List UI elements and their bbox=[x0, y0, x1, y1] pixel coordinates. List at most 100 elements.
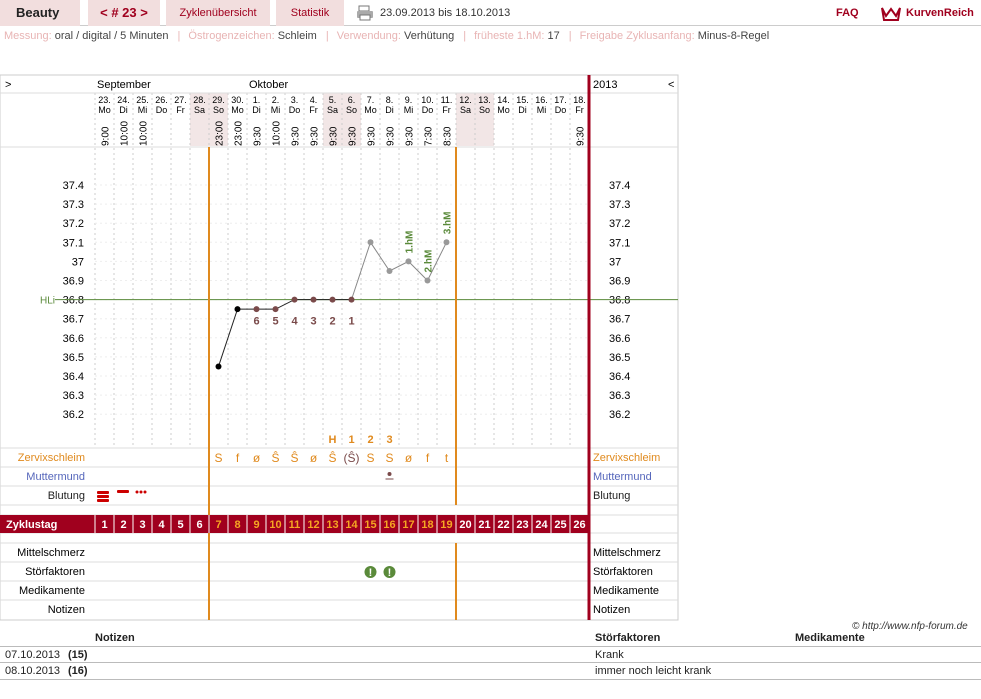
day-date: 15. bbox=[516, 95, 529, 105]
temp-point[interactable] bbox=[215, 363, 222, 370]
temp-point[interactable] bbox=[386, 267, 393, 274]
row-label: Störfaktoren bbox=[593, 566, 653, 578]
day-date: 23. bbox=[98, 95, 111, 105]
temp-tick-right: 36.5 bbox=[609, 352, 630, 364]
temp-point[interactable] bbox=[424, 277, 431, 284]
temp-tick-left: 36.7 bbox=[63, 314, 84, 326]
temp-tick-left: 37.2 bbox=[63, 218, 84, 230]
mucus-symbol: S bbox=[214, 451, 222, 465]
mucus-symbol: Ŝ bbox=[271, 450, 279, 465]
cycle-day-number: 14 bbox=[345, 519, 358, 531]
day-weekday: So bbox=[213, 105, 224, 115]
day-date: 12. bbox=[459, 95, 472, 105]
notes-header: Notizen bbox=[95, 632, 135, 644]
cycle-day-number: 2 bbox=[120, 519, 126, 531]
temp-tick-left: 37.4 bbox=[63, 180, 84, 192]
cycle-day-number: 20 bbox=[459, 519, 471, 531]
day-weekday: Do bbox=[289, 105, 301, 115]
day-time: 10:00 bbox=[272, 121, 283, 146]
day-date: 10. bbox=[421, 95, 434, 105]
cycle-day-number: 18 bbox=[421, 519, 433, 531]
temp-tick-right: 36.6 bbox=[609, 333, 630, 345]
row-label: Blutung bbox=[593, 490, 630, 502]
cycle-day-number: 13 bbox=[326, 519, 338, 531]
row-label: Notizen bbox=[593, 604, 630, 616]
low-temp-number: 6 bbox=[253, 316, 259, 328]
cycle-day-number: 6 bbox=[196, 519, 202, 531]
cycle-day-number: 25 bbox=[554, 519, 566, 531]
temp-point[interactable] bbox=[329, 296, 336, 303]
temp-tick-right: 36.8 bbox=[609, 295, 630, 307]
day-date: 30. bbox=[231, 95, 244, 105]
temp-tick-right: 36.7 bbox=[609, 314, 630, 326]
cycle-chart: > <2013September Oktober23.Mo9:0024.Di10:0… bbox=[0, 74, 679, 621]
temp-point[interactable] bbox=[348, 296, 355, 303]
low-temp-number: 5 bbox=[272, 316, 278, 328]
mucus-symbol: ø bbox=[405, 451, 413, 465]
day-date: 27. bbox=[174, 95, 187, 105]
day-weekday: Do bbox=[422, 105, 434, 115]
temp-point[interactable] bbox=[405, 258, 412, 265]
temp-point[interactable] bbox=[367, 239, 374, 246]
mucus-symbol: (Ŝ) bbox=[344, 450, 360, 465]
temp-tick-left: 36.6 bbox=[63, 333, 84, 345]
temp-tick-right: 37 bbox=[609, 256, 621, 268]
temp-tick-right: 37.1 bbox=[609, 237, 630, 249]
temp-point[interactable] bbox=[443, 239, 450, 246]
day-date: 1. bbox=[253, 95, 261, 105]
day-date: 2. bbox=[272, 95, 280, 105]
next-arrow[interactable]: < bbox=[668, 79, 674, 91]
temp-tick-right: 37.4 bbox=[609, 180, 630, 192]
temp-tick-right: 37.2 bbox=[609, 218, 630, 230]
temp-point[interactable] bbox=[253, 306, 260, 313]
high-measure-label: 3.hM bbox=[443, 212, 454, 235]
low-temp-number: 3 bbox=[310, 316, 316, 328]
temp-tick-left: 37 bbox=[72, 256, 84, 268]
row-label: Medikamente bbox=[19, 585, 85, 597]
day-weekday: Mo bbox=[231, 105, 244, 115]
temp-point[interactable] bbox=[272, 306, 279, 313]
day-weekday: Fr bbox=[575, 105, 584, 115]
temp-point[interactable] bbox=[234, 306, 241, 313]
day-weekday: Sa bbox=[327, 105, 338, 115]
day-date: 16. bbox=[535, 95, 548, 105]
temp-tick-left: 36.4 bbox=[63, 371, 84, 383]
mucus-symbol: S bbox=[366, 451, 374, 465]
temp-point[interactable] bbox=[291, 296, 298, 303]
month-label: Oktober bbox=[249, 79, 288, 91]
note-date: 07.10.2013 bbox=[5, 649, 61, 661]
cycle-day-number: 26 bbox=[573, 519, 585, 531]
temp-tick-right: 36.3 bbox=[609, 390, 630, 402]
day-weekday: Mi bbox=[138, 105, 148, 115]
day-time: 9:30 bbox=[291, 126, 302, 146]
cycle-day-number: 15 bbox=[364, 519, 376, 531]
temp-tick-right: 36.9 bbox=[609, 276, 630, 288]
day-weekday: Di bbox=[385, 105, 394, 115]
cycle-day-number: 5 bbox=[177, 519, 183, 531]
temp-tick-left: 36.5 bbox=[63, 352, 84, 364]
day-time: 8:30 bbox=[443, 126, 454, 146]
day-time: 7:30 bbox=[424, 126, 435, 146]
day-weekday: Mi bbox=[537, 105, 547, 115]
row-label: Medikamente bbox=[593, 585, 659, 597]
cycle-day-number: 8 bbox=[234, 519, 240, 531]
cycle-day-number: 10 bbox=[269, 519, 281, 531]
note-day: (16) bbox=[68, 665, 88, 677]
bleeding-heavy-icon bbox=[97, 491, 109, 494]
cycle-day-number: 11 bbox=[289, 519, 301, 531]
cycle-day-number: 7 bbox=[215, 519, 221, 531]
temp-point[interactable] bbox=[310, 296, 317, 303]
peak-label: 3 bbox=[386, 434, 392, 446]
cervix-marker bbox=[387, 472, 392, 476]
day-time: 9:30 bbox=[386, 126, 397, 146]
day-time: 23:00 bbox=[215, 121, 226, 146]
prev-arrow[interactable]: > bbox=[5, 79, 11, 91]
medication-header: Medikamente bbox=[795, 632, 865, 644]
note-day: (15) bbox=[68, 649, 88, 661]
day-time: 9:30 bbox=[253, 126, 264, 146]
bleeding-spotting-icon bbox=[143, 490, 147, 494]
low-temp-number: 2 bbox=[329, 316, 335, 328]
mucus-symbol: ø bbox=[310, 451, 318, 465]
day-weekday: Do bbox=[555, 105, 567, 115]
mucus-symbol: ø bbox=[253, 451, 261, 465]
